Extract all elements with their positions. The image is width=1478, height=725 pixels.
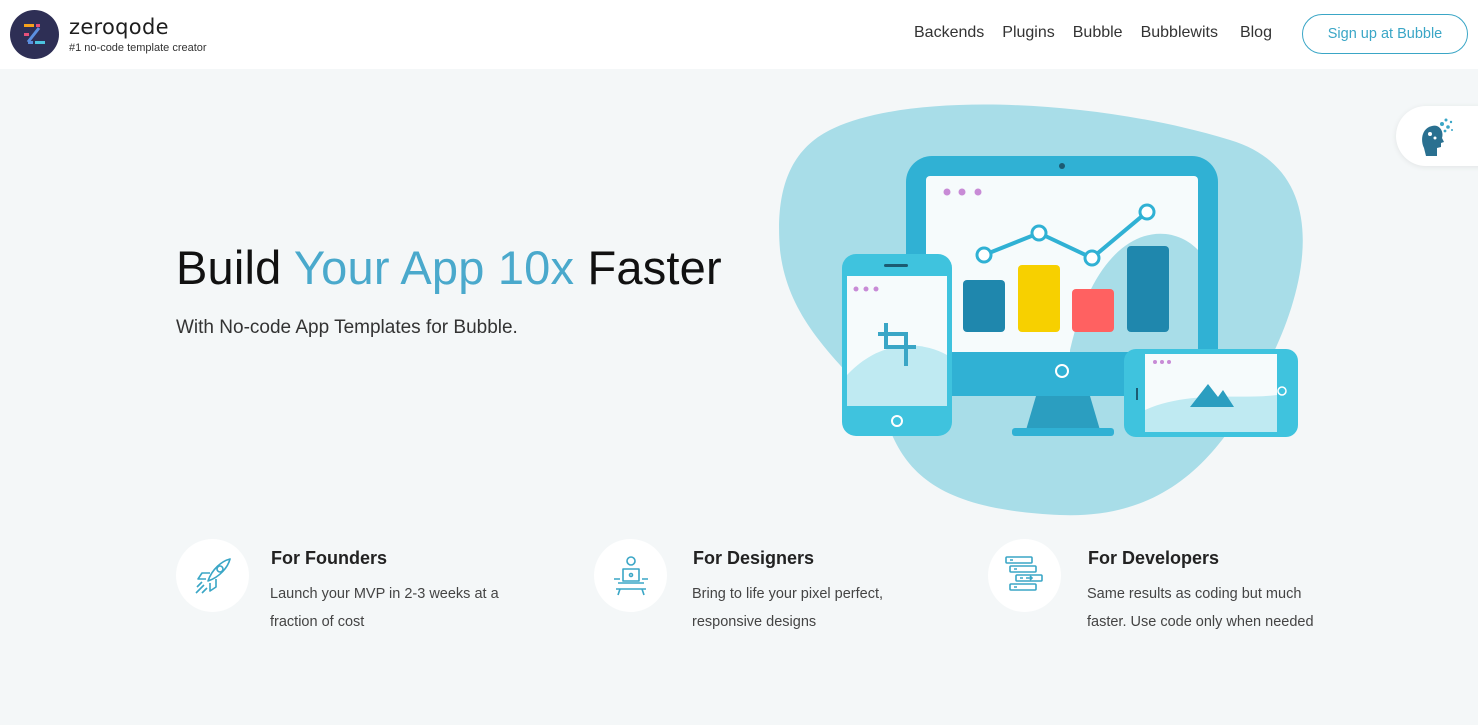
side-help-widget[interactable] — [1396, 106, 1478, 166]
hero-subtitle: With No-code App Templates for Bubble. — [176, 317, 518, 338]
feature-desc: Launch your MVP in 2-3 weeks at a fracti… — [270, 586, 499, 630]
main-nav: Backends Plugins Bubble Bubblewits Blog — [914, 24, 1290, 42]
ai-head-icon — [1422, 118, 1453, 156]
designer-laptop-icon — [614, 556, 648, 596]
feature-title: For Founders — [271, 548, 387, 568]
logo-name: zeroqode — [69, 15, 169, 39]
zeroqode-logo-icon — [10, 10, 59, 59]
nav-plugins[interactable]: Plugins — [1002, 24, 1054, 42]
feature-title: For Designers — [693, 548, 815, 568]
server-stack-icon — [1005, 556, 1043, 591]
nav-blog[interactable]: Blog — [1240, 24, 1272, 42]
hero-illustration — [770, 100, 1310, 520]
hero-title-part1: Build — [176, 241, 294, 294]
devices-illustration-icon — [779, 104, 1303, 516]
hero-title: Build Your App 10x Faster — [176, 240, 722, 295]
site-header: zeroqode #1 no-code template creator Bac… — [0, 0, 1478, 69]
nav-bubblewits[interactable]: Bubblewits — [1141, 24, 1218, 42]
feature-title: For Developers — [1088, 548, 1220, 568]
signup-button[interactable]: Sign up at Bubble — [1302, 14, 1468, 54]
hero-title-accent: Your App 10x — [293, 241, 575, 294]
nav-bubble[interactable]: Bubble — [1073, 24, 1123, 42]
feature-desc: Bring to life your pixel perfect, respon… — [692, 586, 884, 630]
logo-tagline: #1 no-code template creator — [69, 42, 207, 54]
logo[interactable]: zeroqode #1 no-code template creator — [10, 10, 207, 59]
hero-title-part2: Faster — [574, 241, 722, 294]
feature-desc: Same results as coding but much faster. … — [1087, 586, 1314, 630]
rocket-icon — [195, 558, 231, 594]
nav-backends[interactable]: Backends — [914, 24, 984, 42]
